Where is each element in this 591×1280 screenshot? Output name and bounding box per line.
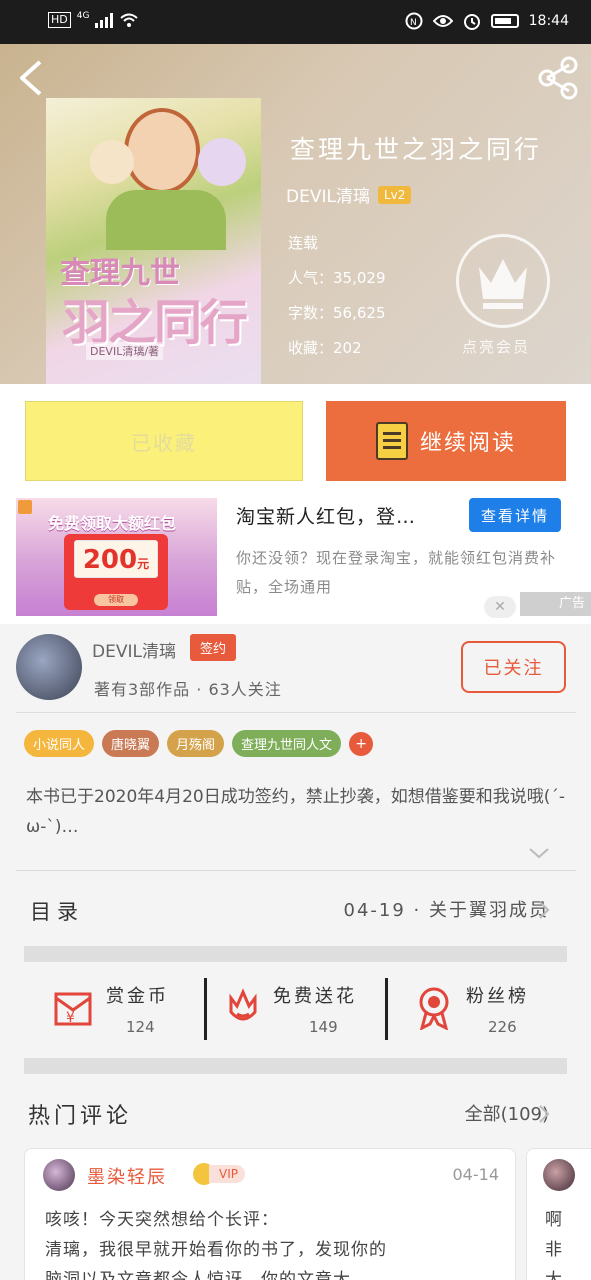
ad-title[interactable]: 淘宝新人红包，登… (236, 502, 416, 529)
book-word-count: 字数：56,625 (288, 304, 386, 322)
svg-text:¥: ¥ (66, 1010, 75, 1026)
comment-user[interactable]: 墨染轻辰 (87, 1163, 167, 1189)
book-meta: 连载 人气：35,029 字数：56,625 收藏：202 (288, 226, 386, 366)
toc-latest-chapter[interactable]: 04-19 · 关于翼羽成员 (344, 896, 549, 922)
coin-envelope-icon: ¥ (54, 992, 92, 1026)
ad-amount: 200元 (74, 540, 158, 578)
comment-text: 咳咳！今天突然想给个长评： 清璃，我很早就开始看你的书了，发现你的 脑洞以及文章… (45, 1210, 387, 1280)
member-label[interactable]: 点亮会员 (462, 336, 530, 357)
share-icon[interactable] (535, 56, 581, 100)
chevron-right-icon (539, 901, 550, 919)
book-author-row: DEVIL清璃 Lv2 (286, 182, 412, 207)
tag-item[interactable]: 查理九世同人文 (232, 730, 342, 757)
network-type: 4G (76, 11, 90, 21)
level-badge: Lv2 (377, 185, 412, 204)
reward-coins-title: 赏金币 (106, 986, 169, 1007)
comment-card[interactable]: 啊 非 大 (526, 1148, 591, 1280)
vip-label: VIP (209, 1165, 245, 1183)
book-icon (375, 422, 408, 460)
chevron-down-icon[interactable] (528, 846, 550, 860)
continue-reading-button[interactable]: 继续阅读 (326, 401, 566, 481)
all-comments-link[interactable]: 全部(109) (465, 1100, 549, 1126)
action-bar: 已收藏 继续阅读 (0, 384, 591, 496)
close-icon[interactable]: ✕ (484, 596, 516, 618)
author-section: DEVIL清璃 签约 著有3部作品 · 63人关注 已关注 (0, 630, 591, 714)
comment-date: 04-14 (452, 1165, 500, 1184)
ad-image-button: 领取 (94, 594, 138, 606)
back-icon[interactable] (16, 58, 46, 98)
tag-item[interactable]: 月殇阁 (167, 730, 225, 757)
hd-indicator: HD (48, 12, 71, 28)
vip-badge: VIP (193, 1163, 245, 1185)
book-intro[interactable]: 本书已于2020年4月20日成功签约，禁止抄袭，如想借鉴要和我说哦(´-ω-`)… (26, 782, 566, 842)
signed-badge: 签约 (190, 634, 237, 661)
ad-image[interactable]: 免费领取大额红包 200元 领取 (16, 498, 217, 616)
ad-banner[interactable]: 免费领取大额红包 200元 领取 淘宝新人红包，登… 查看详情 你还没领？现在登… (0, 496, 591, 624)
favorite-button[interactable]: 已收藏 (25, 401, 303, 481)
book-title: 查理九世之羽之同行 (290, 135, 543, 164)
ad-description: 你还没领？现在登录淘宝，就能领红包消费补贴，全场通用 (236, 549, 557, 596)
book-author[interactable]: DEVIL清璃 (286, 182, 370, 207)
book-cover[interactable]: 查理九世 羽之同行 DEVIL清璃/著 (46, 98, 261, 384)
battery-icon (490, 14, 519, 28)
wifi-icon (120, 13, 139, 27)
tag-item[interactable]: 唐晓翼 (102, 730, 160, 757)
cover-character (198, 138, 246, 186)
cover-character (124, 108, 200, 194)
reward-flowers-count: 149 (309, 1018, 338, 1036)
book-popularity: 人气：35,029 (288, 269, 386, 287)
follow-button[interactable]: 已关注 (461, 641, 566, 693)
ad-tag: 广告 (520, 592, 591, 616)
comment-card[interactable]: 墨染轻辰 VIP 04-14 咳咳！今天突然想给个长评： 清璃，我很早就开始看你… (24, 1148, 516, 1280)
cover-character (90, 140, 134, 184)
status-bar: HD 4G N 18:44 (0, 0, 591, 44)
hot-comments-label: 热门评论 (28, 1104, 133, 1129)
comment-text: 啊 非 大 (545, 1210, 562, 1280)
avatar[interactable] (43, 1159, 75, 1191)
author-name[interactable]: DEVIL清璃 (92, 637, 176, 662)
book-favorites: 收藏：202 (288, 339, 362, 357)
tag-item[interactable]: 小说同人 (24, 730, 95, 757)
reward-fans[interactable]: 粉丝榜 226 (388, 962, 567, 1058)
avatar[interactable] (16, 634, 82, 700)
ad-detail-button[interactable]: 查看详情 (469, 498, 561, 532)
nfc-icon: N (405, 12, 423, 30)
medal-icon (419, 987, 449, 1030)
ad-logo-icon (18, 500, 32, 514)
rewards-bar: ¥ 赏金币 124 免费送花 149 粉丝榜 226 (24, 962, 567, 1058)
alarm-icon (463, 14, 480, 30)
add-tag-button[interactable]: + (349, 731, 374, 756)
toc-label: 目录 (30, 900, 84, 924)
book-header: 查理九世 羽之同行 DEVIL清璃/著 查理九世之羽之同行 DEVIL清璃 Lv… (0, 44, 591, 384)
section-separator (24, 1058, 567, 1074)
divider (16, 712, 576, 713)
hot-comments-header: 热门评论 全部(109) (0, 1080, 591, 1140)
reward-fans-count: 226 (488, 1018, 517, 1036)
eye-icon (432, 15, 453, 27)
cover-cloak (106, 190, 226, 250)
reward-fans-title: 粉丝榜 (466, 986, 529, 1007)
reward-coins-count: 124 (126, 1018, 155, 1036)
section-separator (24, 946, 567, 962)
ad-image-headline: 免费领取大额红包 (48, 514, 177, 533)
author-subtitle: 著有3部作品 · 63人关注 (94, 680, 282, 699)
crown-icon (479, 259, 527, 309)
clock: 18:44 (528, 13, 569, 29)
cover-subtitle: DEVIL清璃/著 (86, 342, 164, 360)
flower-icon (229, 988, 257, 1021)
avatar[interactable] (543, 1159, 575, 1191)
chevron-right-icon (539, 1105, 550, 1123)
member-button[interactable] (456, 234, 550, 328)
tag-list: 小说同人 唐晓翼 月殇阁 查理九世同人文 + (24, 730, 374, 757)
reward-flowers-title: 免费送花 (273, 986, 357, 1007)
reward-flowers[interactable]: 免费送花 149 (207, 962, 385, 1058)
svg-text:N: N (410, 18, 417, 28)
reward-coins[interactable]: ¥ 赏金币 124 (24, 962, 204, 1058)
table-of-contents[interactable]: 目录 04-19 · 关于翼羽成员 (0, 870, 591, 946)
book-status: 连载 (288, 234, 319, 252)
signal-icon (95, 12, 114, 28)
continue-reading-label: 继续阅读 (419, 431, 516, 456)
